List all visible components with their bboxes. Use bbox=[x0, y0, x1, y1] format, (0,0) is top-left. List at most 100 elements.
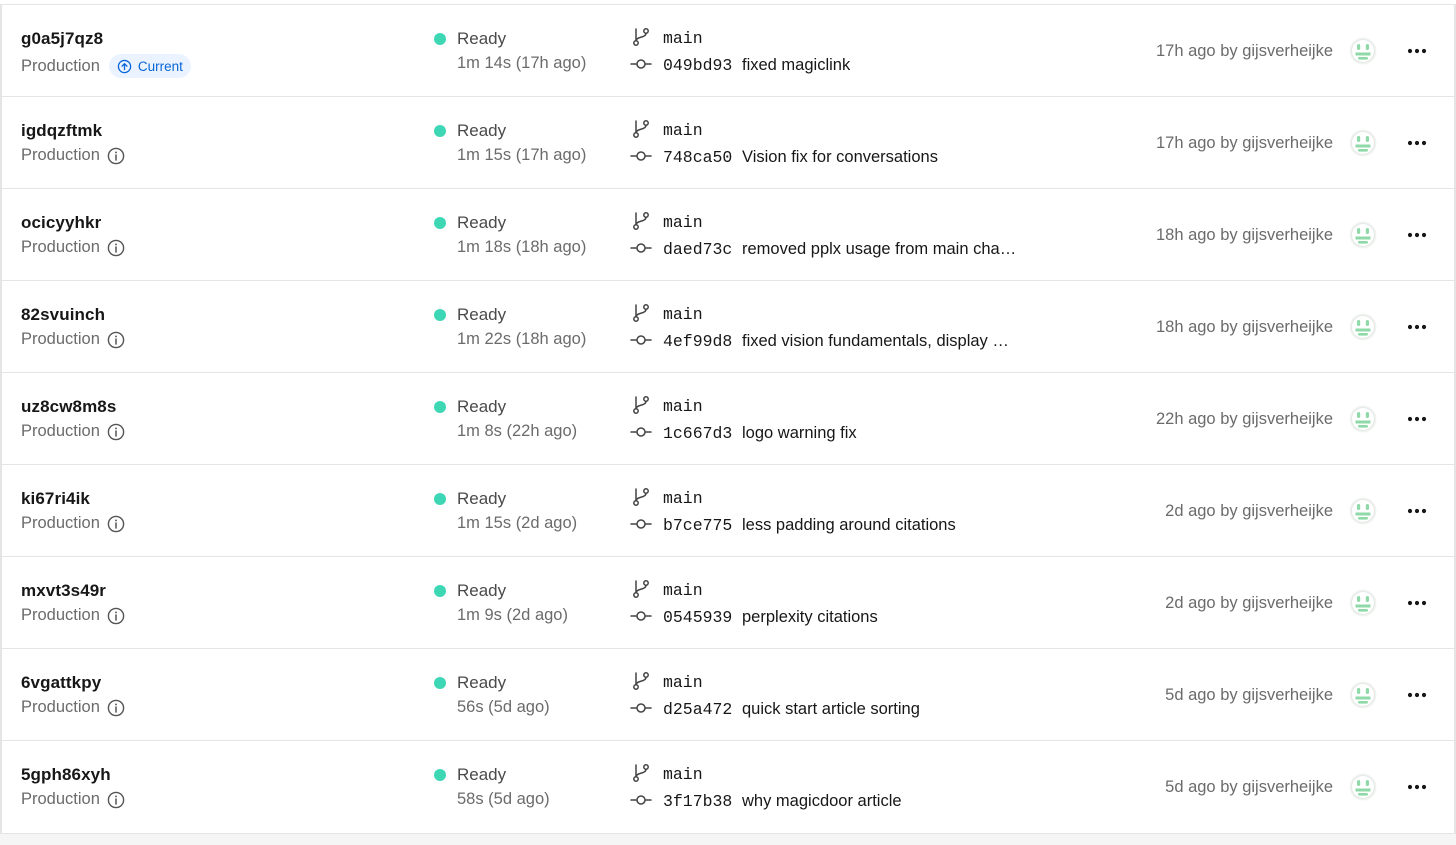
deployment-id[interactable]: 82svuinch bbox=[21, 305, 105, 325]
branch-name[interactable]: main bbox=[663, 673, 703, 692]
deployment-row[interactable]: g0a5j7qz8 Production Current Ready 1m 14s (1… bbox=[2, 5, 1454, 97]
more-options-button[interactable] bbox=[1403, 129, 1431, 157]
commit-message[interactable]: Vision fix for conversations bbox=[742, 148, 938, 167]
deployment-row[interactable]: ocicyyhkr Production Ready 1m 18s (18h ago)… bbox=[2, 189, 1454, 281]
commit-message[interactable]: quick start article sorting bbox=[742, 700, 920, 719]
deployment-row[interactable]: uz8cw8m8s Production Ready 1m 8s (22h ago) m… bbox=[2, 373, 1454, 465]
deployment-id[interactable]: ki67ri4ik bbox=[21, 489, 90, 509]
branch-name[interactable]: main bbox=[663, 29, 703, 48]
more-options-button[interactable] bbox=[1403, 681, 1431, 709]
commit-message[interactable]: less padding around citations bbox=[742, 516, 956, 535]
git-commit-icon bbox=[630, 241, 652, 255]
deployment-row[interactable]: ki67ri4ik Production Ready 1m 15s (2d ago) m… bbox=[2, 465, 1454, 557]
info-circle-icon[interactable] bbox=[107, 239, 125, 257]
commit-hash[interactable]: d25a472 bbox=[663, 700, 732, 719]
commit-hash[interactable]: 1c667d3 bbox=[663, 424, 732, 443]
deployment-meta: 2d ago by gijsverheijke bbox=[1165, 594, 1333, 612]
environment: Production bbox=[21, 422, 125, 441]
status-text: Ready bbox=[457, 581, 507, 600]
status-dot bbox=[434, 125, 446, 137]
deployment-id[interactable]: g0a5j7qz8 bbox=[21, 29, 103, 49]
info-circle-icon[interactable] bbox=[107, 607, 125, 625]
commit-message[interactable]: removed pplx usage from main cha… bbox=[742, 240, 1016, 259]
deployment-row[interactable]: mxvt3s49r Production Ready 1m 9s (2d ago) ma… bbox=[2, 557, 1454, 649]
commit-hash[interactable]: 049bd93 bbox=[663, 56, 732, 75]
build-duration: 1m 14s (17h ago) bbox=[457, 54, 587, 72]
deployment-id[interactable]: igdqzftmk bbox=[21, 121, 102, 141]
status-dot bbox=[434, 217, 446, 229]
git-commit-icon bbox=[630, 793, 652, 807]
more-options-button[interactable] bbox=[1403, 37, 1431, 65]
branch-name[interactable]: main bbox=[663, 213, 703, 232]
commit-message[interactable]: fixed vision fundamentals, display … bbox=[742, 332, 1009, 351]
list-footer bbox=[0, 833, 1456, 845]
commit-hash[interactable]: 748ca50 bbox=[663, 148, 732, 167]
info-circle-icon[interactable] bbox=[107, 791, 125, 809]
branch-name[interactable]: main bbox=[663, 489, 703, 508]
commit-message[interactable]: perplexity citations bbox=[742, 608, 878, 627]
environment: Production bbox=[21, 790, 125, 809]
avatar-face-icon[interactable] bbox=[1349, 37, 1377, 65]
branch-name[interactable]: main bbox=[663, 121, 703, 140]
ellipsis-icon bbox=[1407, 784, 1427, 790]
deployment-id[interactable]: 5gph86xyh bbox=[21, 765, 111, 785]
more-options-button[interactable] bbox=[1403, 313, 1431, 341]
deployment-row[interactable]: igdqzftmk Production Ready 1m 15s (17h ago)… bbox=[2, 97, 1454, 189]
branch-name[interactable]: main bbox=[663, 765, 703, 784]
avatar-face-icon[interactable] bbox=[1349, 313, 1377, 341]
more-options-button[interactable] bbox=[1403, 773, 1431, 801]
info-circle-icon[interactable] bbox=[107, 423, 125, 441]
build-duration: 1m 15s (17h ago) bbox=[457, 146, 587, 164]
commit-hash[interactable]: daed73c bbox=[663, 240, 732, 259]
deployment-meta: 17h ago by gijsverheijke bbox=[1155, 42, 1333, 60]
info-circle-icon[interactable] bbox=[107, 515, 125, 533]
commit-hash[interactable]: b7ce775 bbox=[663, 516, 732, 535]
build-duration: 1m 8s (22h ago) bbox=[457, 422, 578, 440]
git-branch-icon bbox=[631, 303, 651, 323]
more-options-button[interactable] bbox=[1403, 221, 1431, 249]
deployment-row[interactable]: 6vgattkpy Production Ready 56s (5d ago) main… bbox=[2, 649, 1454, 741]
status-dot bbox=[434, 401, 446, 413]
avatar-face-icon[interactable] bbox=[1349, 773, 1377, 801]
git-branch-icon bbox=[631, 487, 651, 507]
more-options-button[interactable] bbox=[1403, 405, 1431, 433]
commit-message[interactable]: logo warning fix bbox=[742, 424, 857, 443]
current-badge: Current bbox=[108, 54, 191, 78]
deployment-id[interactable]: uz8cw8m8s bbox=[21, 397, 116, 417]
git-commit-icon bbox=[630, 517, 652, 531]
commit-hash[interactable]: 0545939 bbox=[663, 608, 732, 627]
more-options-button[interactable] bbox=[1403, 589, 1431, 617]
commit-message[interactable]: fixed magiclink bbox=[742, 56, 850, 75]
environment-label: Production bbox=[21, 606, 100, 624]
commit-hash[interactable]: 4ef99d8 bbox=[663, 332, 732, 351]
status-dot bbox=[434, 585, 446, 597]
avatar-face-icon[interactable] bbox=[1349, 681, 1377, 709]
deployment-id[interactable]: 6vgattkpy bbox=[21, 673, 101, 693]
commit-hash[interactable]: 3f17b38 bbox=[663, 792, 732, 811]
ellipsis-icon bbox=[1407, 508, 1427, 514]
avatar-face-icon[interactable] bbox=[1349, 129, 1377, 157]
avatar-face-icon[interactable] bbox=[1349, 497, 1377, 525]
status-dot bbox=[434, 769, 446, 781]
build-duration: 1m 22s (18h ago) bbox=[457, 330, 587, 348]
branch-name[interactable]: main bbox=[663, 581, 703, 600]
environment-label: Production bbox=[21, 56, 100, 75]
avatar-face-icon[interactable] bbox=[1349, 405, 1377, 433]
deployment-id[interactable]: mxvt3s49r bbox=[21, 581, 106, 601]
avatar-face-icon[interactable] bbox=[1349, 589, 1377, 617]
git-branch-icon bbox=[631, 671, 651, 691]
avatar-face-icon[interactable] bbox=[1349, 221, 1377, 249]
deployment-meta: 5d ago by gijsverheijke bbox=[1165, 778, 1333, 796]
commit-message[interactable]: why magicdoor article bbox=[742, 792, 902, 811]
deployment-id[interactable]: ocicyyhkr bbox=[21, 213, 101, 233]
deployment-row[interactable]: 5gph86xyh Production Ready 58s (5d ago) main… bbox=[2, 741, 1454, 833]
info-circle-icon[interactable] bbox=[107, 699, 125, 717]
deployment-row[interactable]: 82svuinch Production Ready 1m 22s (18h ago)… bbox=[2, 281, 1454, 373]
deployment-meta: 17h ago by gijsverheijke bbox=[1155, 134, 1333, 152]
info-circle-icon[interactable] bbox=[107, 331, 125, 349]
info-circle-icon[interactable] bbox=[107, 147, 125, 165]
branch-name[interactable]: main bbox=[663, 305, 703, 324]
status-dot bbox=[434, 493, 446, 505]
branch-name[interactable]: main bbox=[663, 397, 703, 416]
more-options-button[interactable] bbox=[1403, 497, 1431, 525]
